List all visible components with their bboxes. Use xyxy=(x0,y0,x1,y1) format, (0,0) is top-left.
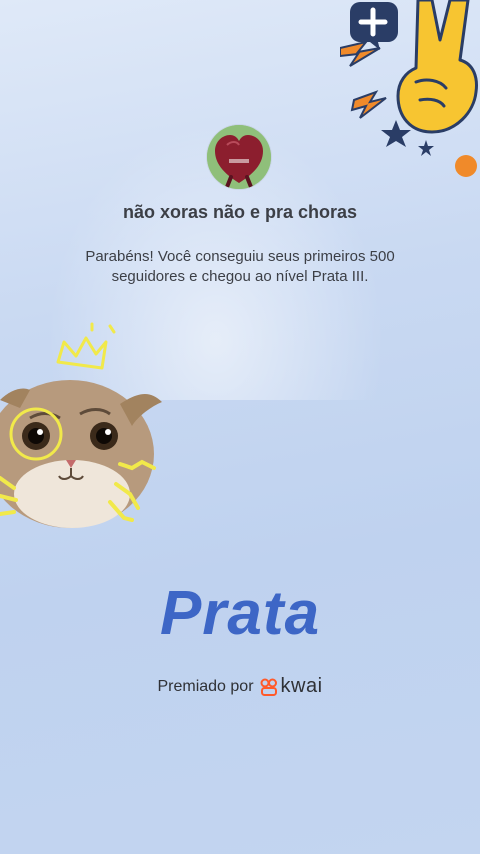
cat-crown-sticker-icon xyxy=(0,322,162,528)
congratulation-message: Parabéns! Você conseguiu seus primeiros … xyxy=(85,248,395,285)
kwai-brand-text: kwai xyxy=(280,675,323,697)
avatar[interactable] xyxy=(207,125,271,189)
heart-bag-avatar xyxy=(207,125,271,189)
award-prefix: Premiado por xyxy=(157,677,254,695)
kwai-logo-icon xyxy=(260,678,277,696)
award-line: Premiado por kwai xyxy=(0,675,480,698)
username: não xoras não e pra choras xyxy=(122,202,358,222)
peace-hand-sticker-icon xyxy=(340,0,478,177)
kwai-logo[interactable]: kwai xyxy=(260,675,323,698)
level-title: Prata xyxy=(159,579,321,648)
